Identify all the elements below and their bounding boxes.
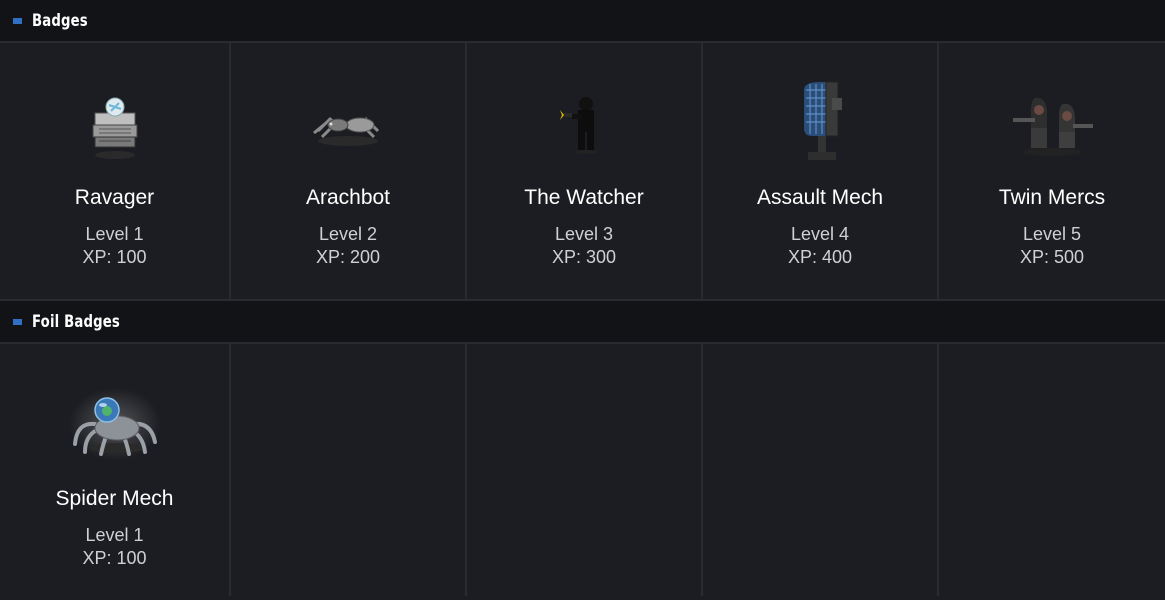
badge-level: Level 2 xyxy=(318,224,378,244)
badge-card[interactable]: Arachbot Level 2 XP: 200 xyxy=(231,43,467,301)
badges-section-header: Badges xyxy=(0,0,1165,43)
badge-card[interactable]: Ravager Level 1 XP: 100 xyxy=(0,43,231,301)
badges-grid: Ravager Level 1 XP: 100 Arachbot Level 2… xyxy=(0,43,1165,301)
section-title: Badges xyxy=(32,10,88,31)
empty-badge-slot xyxy=(939,344,1165,596)
badge-name: Assault Mech xyxy=(756,186,884,209)
badge-level: Level 5 xyxy=(1022,224,1082,244)
badge-name: Spider Mech xyxy=(55,487,174,510)
badge-card[interactable]: Twin Mercs Level 5 XP: 500 xyxy=(939,43,1165,301)
badge-level: Level 1 xyxy=(85,525,144,545)
badge-xp: XP: 200 xyxy=(315,247,381,267)
badge-level: Level 4 xyxy=(790,224,850,244)
badge-card[interactable]: Spider Mech Level 1 XP: 100 xyxy=(0,344,231,596)
assault-mech-icon xyxy=(772,75,868,171)
section-bullet-icon xyxy=(13,318,22,325)
badge-level: Level 1 xyxy=(85,224,144,244)
badge-card[interactable]: Assault Mech Level 4 XP: 400 xyxy=(703,43,939,301)
foil-badges-grid: Spider Mech Level 1 XP: 100 xyxy=(0,344,1165,596)
section-title: Foil Badges xyxy=(32,311,120,332)
empty-badge-slot xyxy=(231,344,467,596)
badge-xp: XP: 100 xyxy=(82,247,147,267)
badge-xp: XP: 400 xyxy=(787,247,853,267)
spider-mech-icon xyxy=(67,376,163,472)
badge-xp: XP: 500 xyxy=(1019,247,1085,267)
watcher-icon xyxy=(536,75,632,171)
ravager-icon xyxy=(67,75,163,171)
foil-badges-section-header: Foil Badges xyxy=(0,301,1165,344)
empty-badge-slot xyxy=(467,344,703,596)
badge-xp: XP: 100 xyxy=(82,548,147,568)
badge-name: Twin Mercs xyxy=(998,186,1106,209)
badge-level: Level 3 xyxy=(554,224,614,244)
badge-name: The Watcher xyxy=(524,186,644,209)
section-bullet-icon xyxy=(13,17,22,24)
empty-badge-slot xyxy=(703,344,939,596)
arachbot-icon xyxy=(300,75,396,171)
badge-xp: XP: 300 xyxy=(551,247,617,267)
twin-mercs-icon xyxy=(1004,75,1100,171)
badge-name: Arachbot xyxy=(305,186,391,209)
badge-name: Ravager xyxy=(74,186,155,209)
badge-card[interactable]: The Watcher Level 3 XP: 300 xyxy=(467,43,703,301)
